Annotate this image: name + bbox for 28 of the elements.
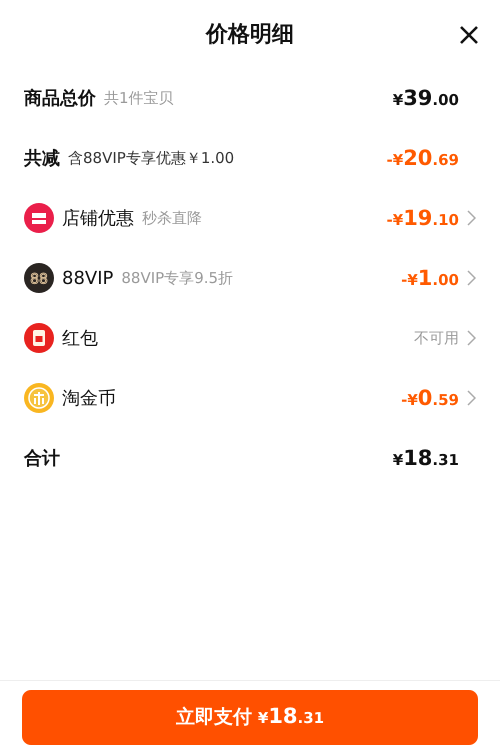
- row-label: 淘金币: [62, 387, 116, 410]
- row-note: 含88VIP专享优惠￥1.00: [68, 148, 234, 168]
- status-text: 不可用: [414, 328, 459, 348]
- row-note: 共1件宝贝: [104, 88, 174, 108]
- row-label: 共减: [24, 147, 60, 170]
- price-amount: -¥1.00: [401, 266, 459, 290]
- price-amount: -¥19.10: [386, 206, 459, 230]
- close-button[interactable]: [458, 24, 480, 46]
- pay-now-button[interactable]: 立即支付 ¥18.31: [22, 690, 478, 745]
- row-note: 88VIP专享9.5折: [121, 268, 234, 288]
- shop-icon: [24, 203, 54, 233]
- coin-icon: [24, 383, 54, 413]
- chevron-right-icon[interactable]: [467, 390, 476, 406]
- chevron-right-icon[interactable]: [467, 210, 476, 226]
- price-amount: -¥0.59: [401, 386, 459, 410]
- row-note: 秒杀直降: [142, 208, 202, 228]
- price-amount: ¥18.31: [392, 446, 459, 470]
- row-label: 88VIP: [62, 268, 114, 288]
- row-label: 商品总价: [24, 87, 96, 110]
- vip-badge-text: 88: [30, 272, 48, 288]
- price-amount: -¥20.69: [386, 146, 459, 170]
- row-label: 店铺优惠: [62, 207, 134, 230]
- chevron-right-icon[interactable]: [467, 270, 476, 286]
- row-label: 合计: [24, 447, 60, 470]
- dialog-title: 价格明细: [206, 21, 294, 49]
- envelope-icon: [24, 323, 54, 353]
- price-amount: ¥39.00: [392, 86, 459, 110]
- row-label: 红包: [62, 327, 98, 350]
